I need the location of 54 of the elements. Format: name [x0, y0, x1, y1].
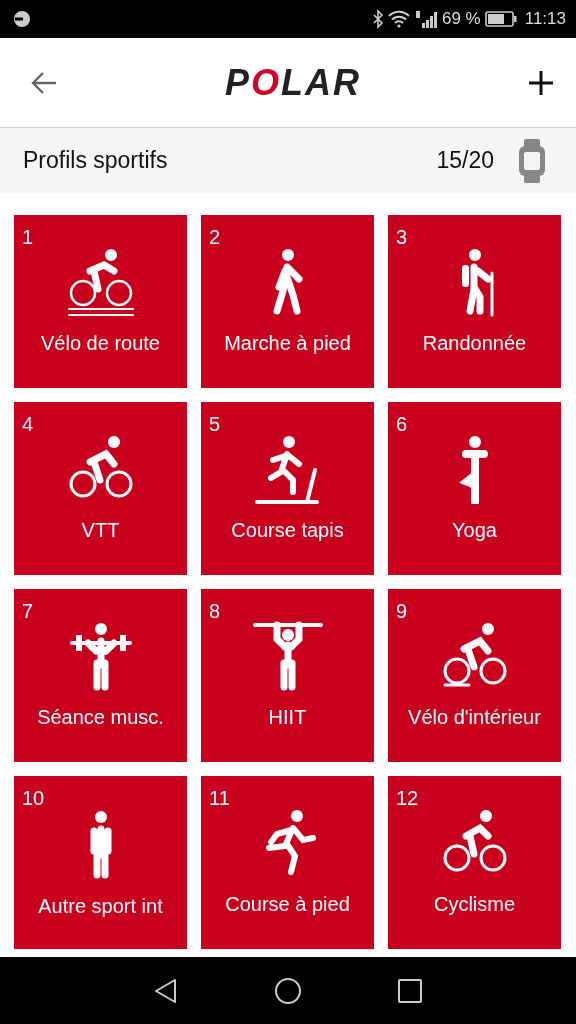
sport-profile-tile[interactable]: 2 Marche à pied	[201, 215, 374, 388]
profile-label: HIIT	[268, 705, 307, 729]
notification-icon	[12, 9, 32, 29]
sport-profile-tile[interactable]: 3 Randonnée	[388, 215, 561, 388]
profile-number: 1	[22, 227, 34, 247]
sport-profile-tile[interactable]: 1 Vélo de route	[14, 215, 187, 388]
wifi-icon	[387, 10, 410, 28]
sport-profile-tile[interactable]: 12 Cyclisme	[388, 776, 561, 949]
profile-label: Randonnée	[422, 331, 527, 355]
polar-logo: POLAR	[225, 64, 361, 101]
profile-number: 4	[22, 414, 34, 434]
bluetooth-icon	[371, 9, 384, 29]
back-icon[interactable]	[153, 976, 179, 1005]
sport-profile-tile[interactable]: 8 HIIT	[201, 589, 374, 762]
profile-label: Séance musc.	[37, 705, 164, 729]
pull-up-icon	[252, 621, 323, 691]
sport-profile-tile[interactable]: 5 Course tapis	[201, 402, 374, 575]
profile-number: 10	[22, 788, 45, 808]
home-icon[interactable]	[274, 976, 302, 1005]
clock: 11:13	[524, 8, 566, 31]
profile-label: Course à pied	[225, 892, 350, 916]
signal-icon	[413, 9, 438, 29]
sport-profile-tile[interactable]: 6 Yoga	[388, 402, 561, 575]
cyclist-icon	[65, 247, 136, 317]
recent-apps-icon[interactable]	[397, 977, 423, 1004]
profile-number: 6	[396, 414, 408, 434]
sport-profile-tile[interactable]: 11 Course à pied	[201, 776, 374, 949]
profile-label: Vélo d'intérieur	[408, 705, 541, 729]
profile-label: Autre sport int	[38, 894, 163, 918]
profile-number: 5	[209, 414, 221, 434]
profile-number: 9	[396, 601, 408, 621]
sport-profile-tile[interactable]: 4 VTT	[14, 402, 187, 575]
sport-profile-tile[interactable]: 9 Vélo d'intérieur	[388, 589, 561, 762]
profile-count: 15/20	[436, 146, 494, 176]
profile-number: 12	[396, 788, 419, 808]
battery-percentage: 69 %	[441, 8, 481, 31]
watch-icon[interactable]	[518, 138, 546, 183]
profile-number: 11	[209, 788, 230, 808]
profile-label: Marche à pied	[224, 331, 351, 355]
profile-number: 2	[209, 227, 221, 247]
profile-label: Vélo de route	[41, 331, 160, 355]
back-arrow-icon[interactable]	[30, 70, 58, 95]
sport-profile-tile[interactable]: 10 Autre sport int	[14, 776, 187, 949]
profile-label: Yoga	[452, 518, 497, 542]
profile-number: 7	[22, 601, 34, 621]
profile-label: Cyclisme	[433, 892, 516, 916]
sport-profile-tile[interactable]: 7 Séance musc.	[14, 589, 187, 762]
section-title: Profils sportifs	[23, 146, 169, 176]
add-icon[interactable]	[528, 69, 554, 96]
battery-icon	[484, 10, 517, 28]
profile-number: 8	[209, 601, 221, 621]
profile-label: Course tapis	[231, 518, 344, 542]
profile-number: 3	[396, 227, 408, 247]
profile-label: VTT	[81, 518, 120, 542]
